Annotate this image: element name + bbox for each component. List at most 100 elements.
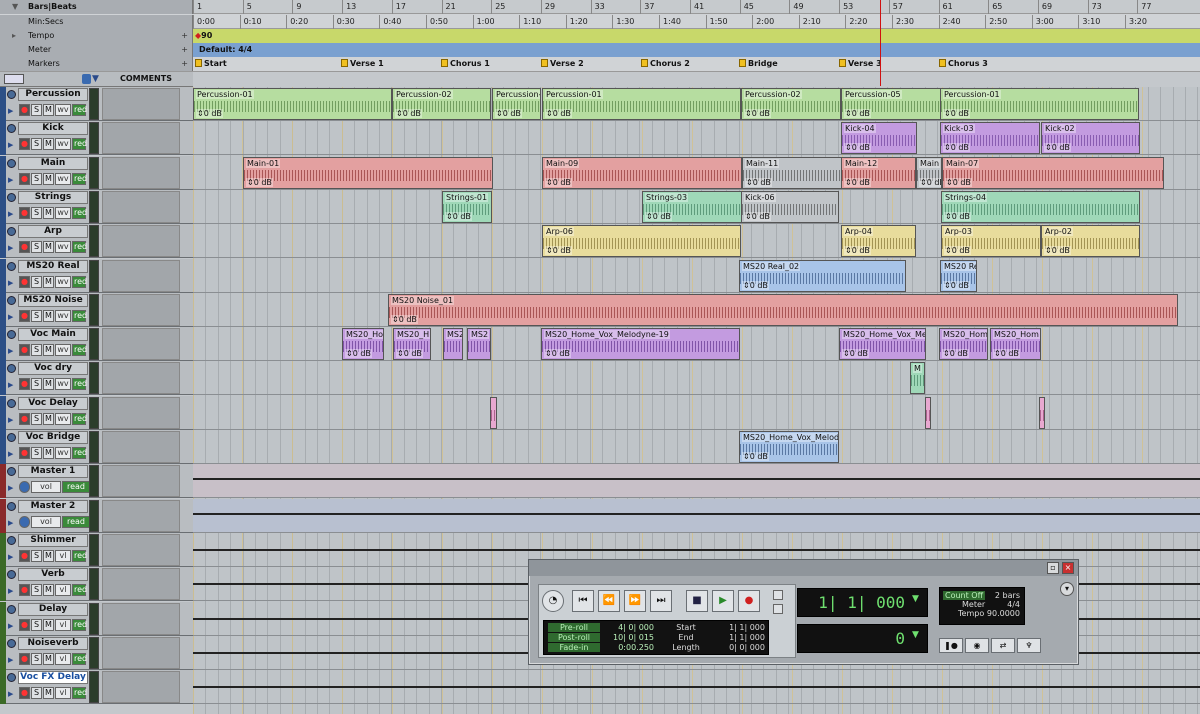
quickpunch-toggle-icon[interactable] bbox=[773, 604, 783, 614]
track-name[interactable]: Voc dry bbox=[18, 362, 88, 376]
track-header[interactable]: ▶ MS20 Real ● S Mwv red bbox=[0, 258, 193, 293]
audio-clip[interactable]: MS20_Ho ⇕0 dB bbox=[342, 328, 384, 361]
track-view-selector[interactable]: wv bbox=[55, 172, 71, 185]
preroll-toggle[interactable]: Pre-roll bbox=[548, 623, 600, 632]
track-header[interactable]: ▶ Shimmer ● S Mvl red bbox=[0, 532, 193, 567]
audio-clip[interactable]: Main-11 ⇕0 dB bbox=[742, 156, 842, 189]
fast-forward-button[interactable]: ⏩ bbox=[624, 590, 646, 612]
window-restore-icon[interactable]: ▫ bbox=[1047, 562, 1059, 574]
record-enable-icon[interactable]: ● bbox=[19, 584, 30, 597]
record-enable-icon[interactable]: ● bbox=[19, 687, 30, 700]
track-name[interactable]: Voc Delay bbox=[18, 396, 88, 410]
ruler-markers[interactable]: Markers + Start Verse 1 Chorus 1 Verse 2 Cho… bbox=[0, 57, 1200, 72]
track-name[interactable]: Voc Main bbox=[18, 328, 88, 342]
record-enable-icon[interactable]: ● bbox=[19, 652, 30, 665]
clip-gain[interactable]: ⇕0 dB bbox=[246, 177, 273, 187]
playhead-line[interactable] bbox=[880, 0, 881, 86]
audio-clip[interactable]: Percussion-01 ⇕0 dB bbox=[542, 88, 741, 120]
clip-gain[interactable]: ⇕0 dB bbox=[943, 109, 970, 118]
audio-clip[interactable]: Percussion-02 ⇕0 dB bbox=[392, 88, 491, 120]
main-counter-dropdown-icon[interactable]: ▼ bbox=[912, 594, 919, 604]
audio-clip[interactable]: Percussion- ⇕0 dB bbox=[492, 88, 541, 120]
track-header[interactable]: ▶ Voc Main ● S Mwv red bbox=[0, 327, 193, 362]
record-enable-icon[interactable]: ● bbox=[19, 104, 30, 116]
track-view-selector[interactable]: vol bbox=[31, 481, 61, 494]
clip-gain[interactable]: ⇕0 dB bbox=[945, 177, 972, 187]
solo-button[interactable]: S bbox=[31, 241, 42, 254]
preroll-value[interactable]: 4| 0| 000 bbox=[604, 623, 654, 632]
audio-clip[interactable]: Percussion-05 ⇕0 dB bbox=[841, 88, 941, 120]
track-lane[interactable] bbox=[193, 498, 1200, 533]
automation-mode-selector[interactable]: red bbox=[72, 309, 87, 322]
tempo-value[interactable]: 90.0000 bbox=[987, 609, 1020, 618]
automation-mode-selector[interactable]: red bbox=[72, 618, 87, 631]
track-expand-icon[interactable]: ▶ bbox=[8, 141, 13, 149]
track-header[interactable]: ▶ Strings ● S Mwv red bbox=[0, 189, 193, 224]
track-power-icon[interactable] bbox=[7, 158, 16, 168]
track-expand-icon[interactable]: ▶ bbox=[8, 107, 13, 115]
track-power-icon[interactable] bbox=[7, 570, 16, 580]
clip-gain[interactable]: ⇕0 dB bbox=[545, 246, 572, 256]
track-view-selector[interactable]: wv bbox=[55, 447, 71, 459]
audio-clip[interactable]: Arp-04 ⇕0 dB bbox=[841, 225, 916, 258]
marker[interactable]: Bridge bbox=[739, 57, 778, 70]
track-expand-icon[interactable]: ▶ bbox=[8, 690, 13, 698]
record-enable-icon[interactable]: ● bbox=[19, 309, 30, 322]
audio-clip[interactable]: Strings-04 ⇕0 dB bbox=[941, 190, 1140, 223]
audio-clip[interactable]: MS2 bbox=[443, 328, 463, 361]
count-off-value[interactable]: 2 bars bbox=[995, 591, 1020, 600]
track-view-selector[interactable]: vl bbox=[55, 652, 71, 665]
transport-options-icon[interactable]: ▾ bbox=[1060, 582, 1074, 596]
clip-gain[interactable]: ⇕0 dB bbox=[445, 211, 472, 221]
volume-automation-line[interactable] bbox=[193, 512, 1200, 515]
solo-button[interactable]: S bbox=[31, 344, 42, 357]
track-power-icon[interactable] bbox=[7, 227, 16, 237]
comments-field[interactable] bbox=[102, 122, 180, 155]
record-enable-icon[interactable]: ● bbox=[19, 241, 30, 254]
solo-button[interactable]: S bbox=[31, 652, 42, 665]
track-view-selector[interactable]: wv bbox=[55, 104, 71, 116]
track-header[interactable]: ▶ Verb ● S Mvl red bbox=[0, 567, 193, 602]
length-value[interactable]: 0| 0| 000 bbox=[709, 643, 765, 652]
track-name[interactable]: Voc FX Delay bbox=[18, 671, 88, 685]
automation-mode-selector[interactable]: red bbox=[72, 652, 87, 665]
mute-button[interactable]: M bbox=[43, 584, 54, 597]
track-lane[interactable] bbox=[193, 430, 1200, 464]
clip-gain[interactable]: ⇕0 dB bbox=[744, 109, 771, 118]
postroll-toggle[interactable]: Post-roll bbox=[548, 633, 600, 642]
marker[interactable]: Chorus 3 bbox=[939, 57, 988, 70]
mute-button[interactable]: M bbox=[43, 652, 54, 665]
volume-automation-line[interactable] bbox=[193, 548, 1200, 551]
record-enable-icon[interactable]: ● bbox=[19, 618, 30, 631]
metronome-button[interactable]: ◉ bbox=[965, 638, 989, 653]
comments-field[interactable] bbox=[102, 465, 180, 498]
track-header[interactable]: ▶ Kick ● S Mwv red bbox=[0, 121, 193, 156]
meter-lane[interactable]: Default: 4/4 bbox=[193, 43, 1200, 57]
solo-button[interactable]: S bbox=[31, 687, 42, 700]
automation-mode-selector[interactable]: read bbox=[62, 481, 90, 494]
track-power-icon[interactable] bbox=[7, 90, 16, 99]
clip-gain[interactable]: ⇕0 dB bbox=[943, 143, 970, 153]
marker[interactable]: Verse 1 bbox=[341, 57, 384, 70]
track-name[interactable]: Shimmer bbox=[18, 533, 88, 547]
count-off-toggle[interactable]: Count Off bbox=[943, 591, 986, 600]
track-name[interactable]: Main bbox=[18, 156, 88, 170]
record-button[interactable]: ● bbox=[738, 590, 760, 612]
comments-field[interactable] bbox=[102, 88, 180, 120]
automation-mode-selector[interactable]: read bbox=[62, 515, 90, 528]
midi-merge-button[interactable]: ⇄ bbox=[991, 638, 1015, 653]
audio-clip[interactable]: Arp-06 ⇕0 dB bbox=[542, 225, 741, 258]
solo-button[interactable]: S bbox=[31, 447, 42, 459]
track-name[interactable]: Master 1 bbox=[18, 465, 88, 479]
audio-clip[interactable]: MS20_Home_Vox_Melodyne-19 ⇕0 dB bbox=[541, 328, 740, 361]
solo-button[interactable]: S bbox=[31, 378, 42, 391]
solo-button[interactable]: S bbox=[31, 584, 42, 597]
clip-gain[interactable]: ⇕0 dB bbox=[944, 211, 971, 221]
track-power-icon[interactable] bbox=[7, 124, 16, 134]
comments-field[interactable] bbox=[102, 533, 180, 566]
track-view-selector[interactable]: wv bbox=[55, 378, 71, 391]
comments-field[interactable] bbox=[102, 636, 180, 669]
fadein-value[interactable]: 0:00.250 bbox=[604, 643, 654, 652]
track-header[interactable]: ▶ Arp ● S Mwv red bbox=[0, 224, 193, 259]
track-expand-icon[interactable]: ▶ bbox=[8, 347, 13, 355]
